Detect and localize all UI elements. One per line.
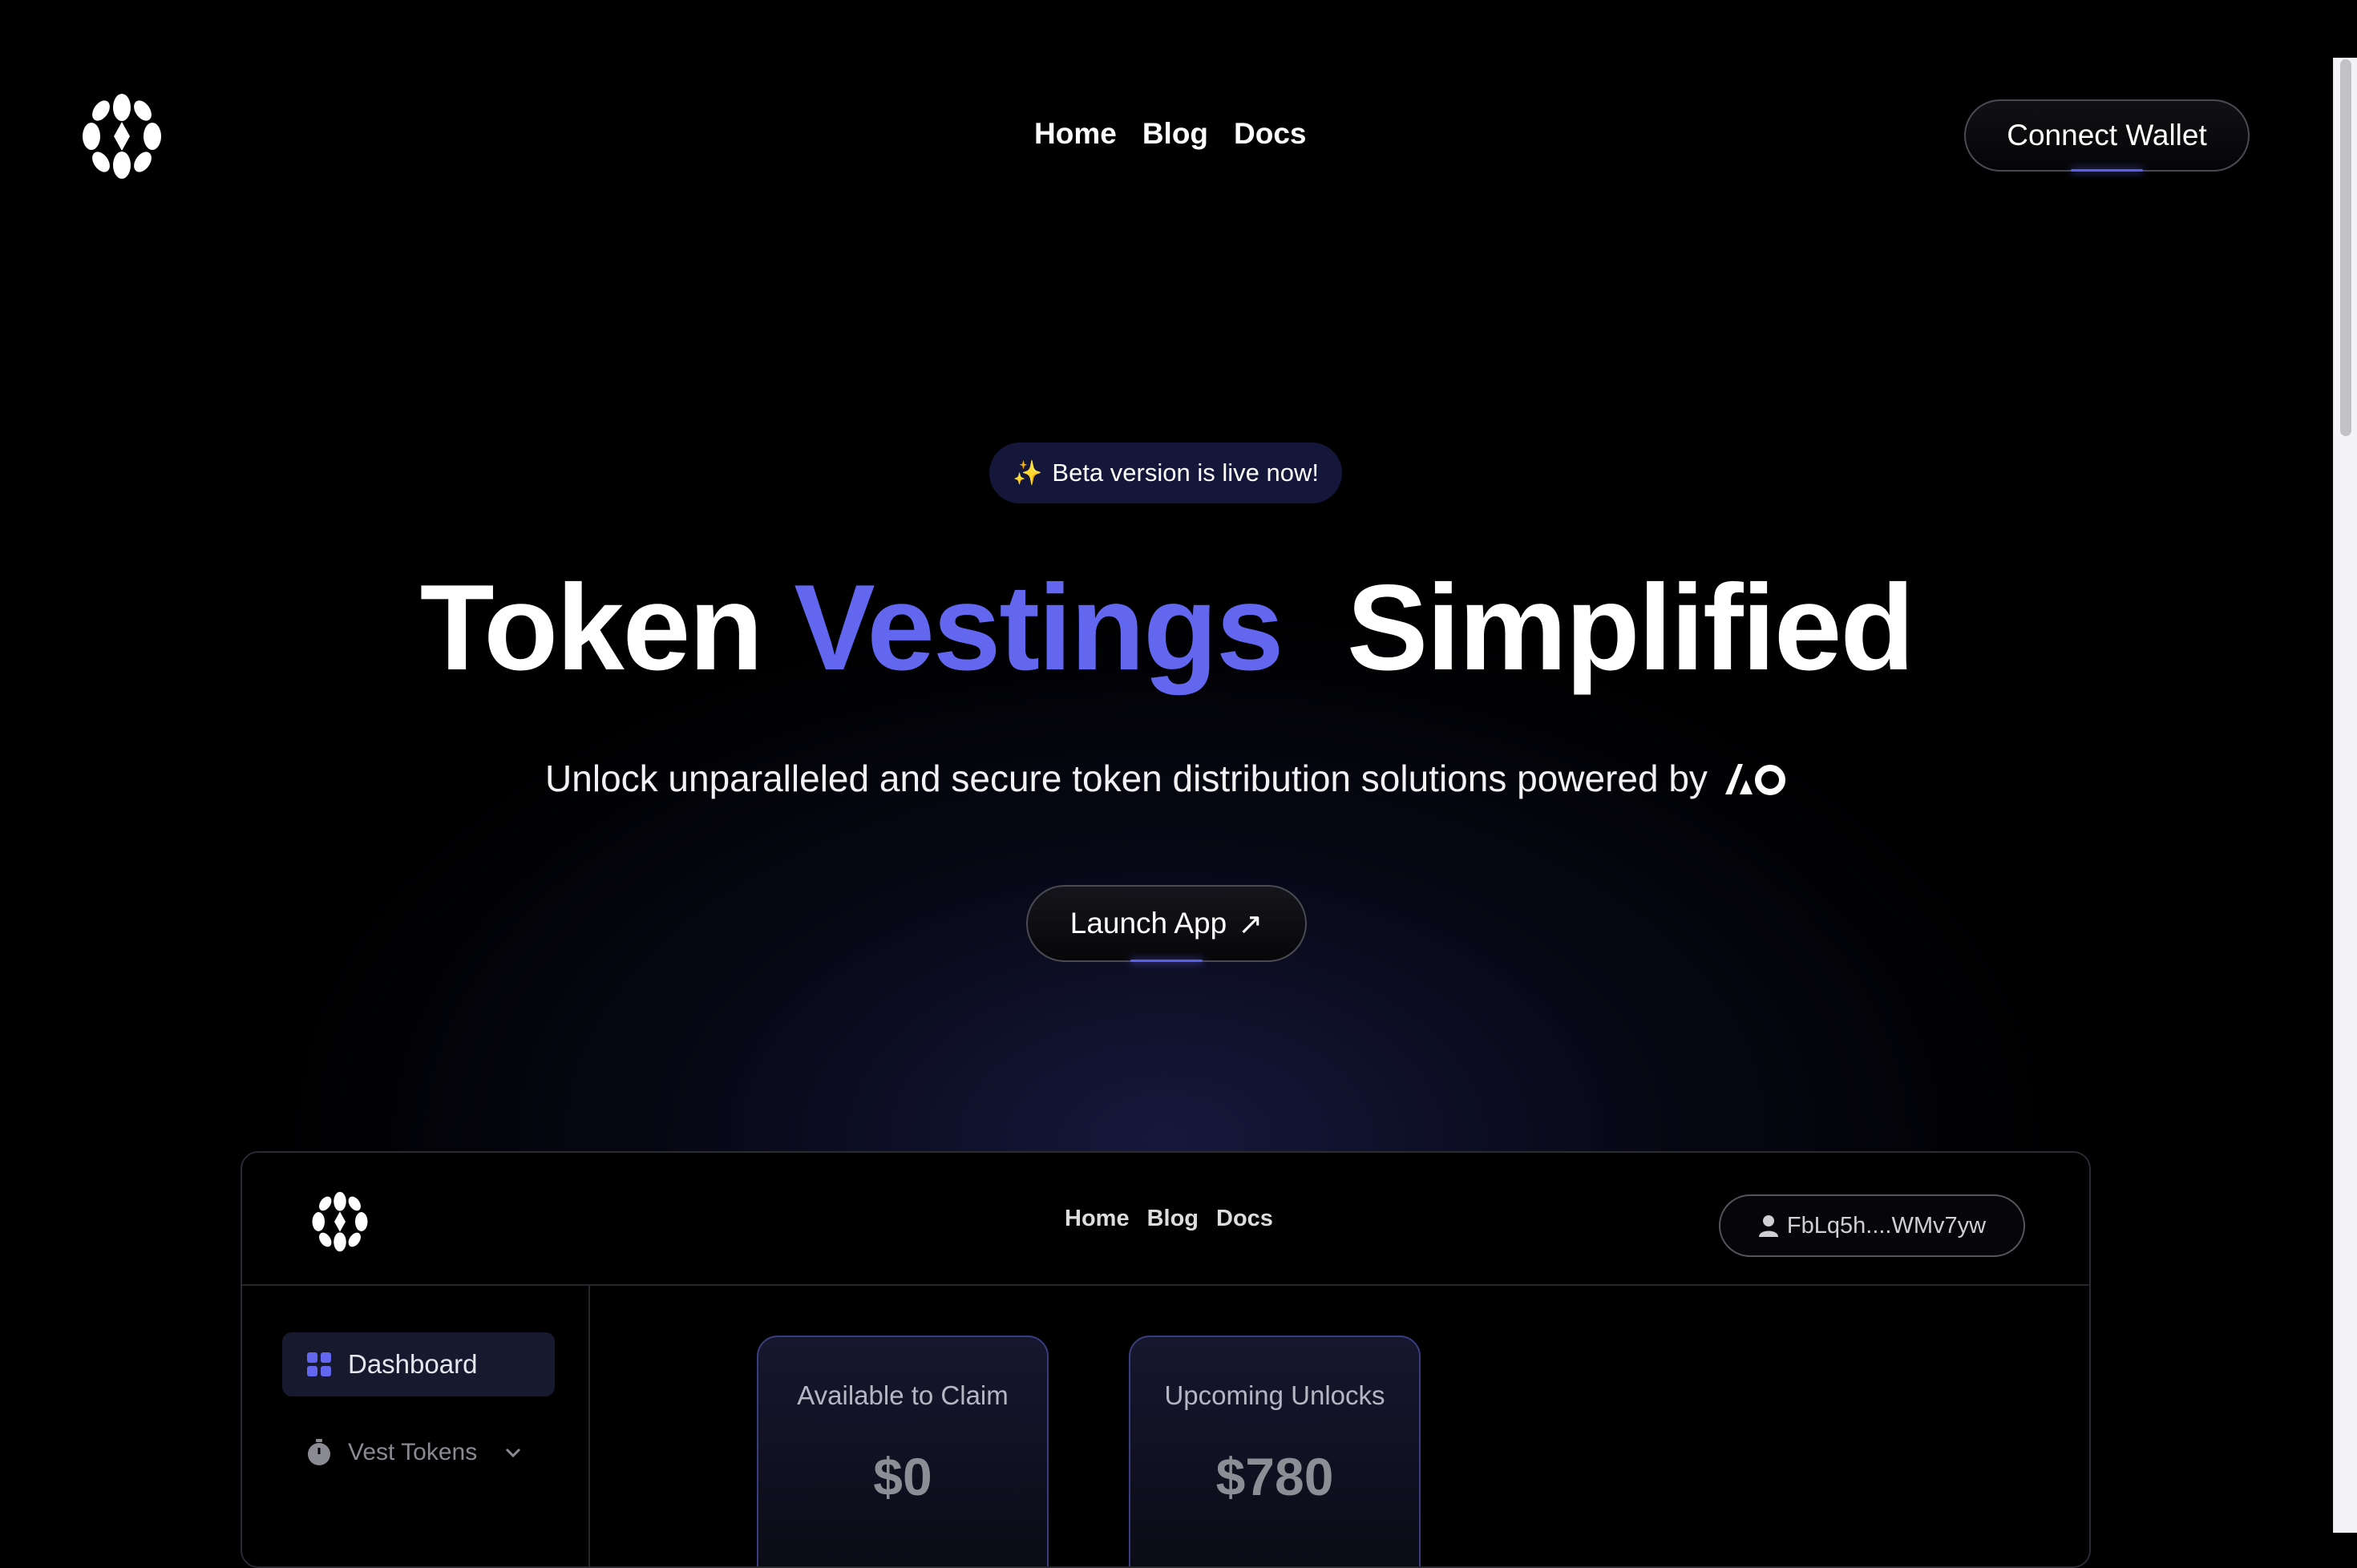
launch-app-label: Launch App [1069,907,1227,940]
hero-subtitle: Unlock unparalleled and secure token dis… [0,757,2333,800]
preview-nav-home: Home [1065,1206,1130,1231]
hero-title: Token Vestings Simplified [0,560,2333,696]
preview-header: Home Blog Docs FbLq5h....WMv7yw [242,1153,2089,1286]
connect-wallet-label: Connect Wallet [2007,119,2207,152]
nav-home-link[interactable]: Home [1034,117,1117,151]
sidebar-item-dashboard: Dashboard [282,1332,555,1396]
preview-nav-blog: Blog [1146,1206,1199,1231]
hero-subtitle-text: Unlock unparalleled and secure token dis… [545,758,1708,799]
scrollbar-thumb[interactable] [2340,59,2351,436]
hero-title-part1: Token [419,560,763,696]
stopwatch-icon [308,1439,330,1465]
card-label: Upcoming Unlocks [1164,1380,1385,1410]
preview-sidebar: Dashboard Vest Tokens [242,1284,590,1566]
hero-title-part2: Simplified [1346,560,1914,696]
card-value: $0 [873,1447,932,1506]
dashboard-preview: Home Blog Docs FbLq5h....WMv7yw Dashboar… [241,1151,2091,1568]
connect-wallet-button[interactable]: Connect Wallet [1964,99,2250,172]
sidebar-item-dashboard-label: Dashboard [348,1349,478,1379]
card-value: $780 [1215,1447,1334,1506]
page-scrollbar[interactable] [2333,58,2357,1533]
sparkle-icon: ✨ [1013,459,1043,487]
beta-badge: ✨ Beta version is live now! [989,443,1342,503]
available-to-claim-card: Available to Claim $0 [757,1336,1049,1566]
grid-icon [307,1352,331,1376]
launch-app-button[interactable]: Launch App ↗ [1026,885,1307,962]
user-icon [1758,1215,1778,1237]
nav-docs-link[interactable]: Docs [1234,117,1306,151]
preview-nav: Home Blog Docs [1065,1206,1273,1232]
preview-wallet-badge: FbLq5h....WMv7yw [1719,1194,2025,1257]
brand-logo[interactable] [77,93,167,180]
card-label: Available to Claim [797,1380,1009,1410]
preview-wallet-address: FbLq5h....WMv7yw [1786,1212,1987,1239]
nav-blog-link[interactable]: Blog [1142,117,1208,151]
preview-nav-docs: Docs [1216,1206,1273,1231]
chevron-down-icon [506,1448,521,1458]
upcoming-unlocks-card: Upcoming Unlocks $780 [1129,1336,1421,1566]
sidebar-item-vest-tokens-label: Vest Tokens [348,1439,478,1465]
sidebar-item-vest-tokens: Vest Tokens [282,1420,595,1485]
main-nav: Home Blog Docs [1034,117,1307,151]
preview-logo [312,1191,368,1252]
ao-logo-icon [1724,764,1785,795]
beta-badge-text: Beta version is live now! [1052,459,1319,487]
arrow-up-right-icon: ↗ [1238,907,1263,940]
hero-title-accent: Vestings [794,560,1284,696]
